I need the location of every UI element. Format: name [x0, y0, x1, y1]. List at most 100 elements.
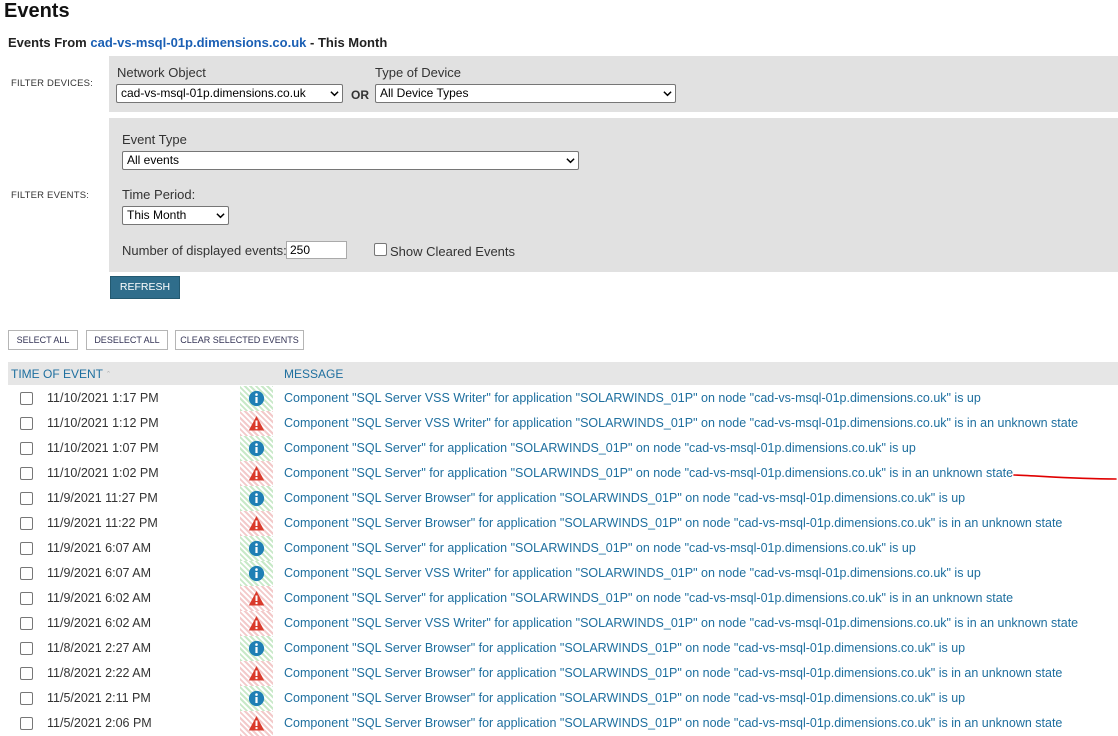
row-checkbox[interactable] [20, 667, 33, 680]
table-row[interactable]: 11/9/2021 6:07 AM Component "SQL Server" … [8, 536, 1118, 561]
network-object-value: cad-vs-msql-01p.dimensions.co.uk [121, 86, 306, 100]
event-message-link[interactable]: Component "SQL Server Browser" for appli… [284, 716, 1062, 730]
table-row[interactable]: 11/8/2021 2:27 AM Component "SQL Server B… [8, 636, 1118, 661]
network-object-select[interactable]: cad-vs-msql-01p.dimensions.co.uk [116, 84, 343, 103]
table-row[interactable]: 11/9/2021 6:02 AM Component "SQL Server V… [8, 611, 1118, 636]
event-message-link[interactable]: Component "SQL Server Browser" for appli… [284, 666, 1062, 680]
row-checkbox[interactable] [20, 417, 33, 430]
table-row[interactable]: 11/5/2021 2:11 PM Component "SQL Server B… [8, 686, 1118, 711]
row-checkbox[interactable] [20, 392, 33, 405]
event-message-link[interactable]: Component "SQL Server VSS Writer" for ap… [284, 566, 981, 580]
event-message-link[interactable]: Component "SQL Server VSS Writer" for ap… [284, 416, 1078, 430]
status-cell [240, 586, 273, 611]
status-cell [240, 411, 273, 436]
table-row[interactable]: 11/10/2021 1:02 PM Component "SQL Server"… [8, 461, 1118, 486]
col-message-header[interactable]: MESSAGE [284, 367, 343, 381]
row-checkbox[interactable] [20, 642, 33, 655]
event-message-link[interactable]: Component "SQL Server Browser" for appli… [284, 641, 965, 655]
device-type-select[interactable]: All Device Types [375, 84, 676, 103]
table-row[interactable]: 11/9/2021 6:07 AM Component "SQL Server V… [8, 561, 1118, 586]
select-all-button[interactable]: SELECT ALL [8, 330, 78, 350]
chevron-down-icon [566, 158, 575, 164]
row-checkbox[interactable] [20, 567, 33, 580]
col-time-label: TIME OF EVENT [11, 367, 104, 381]
event-message-link[interactable]: Component "SQL Server" for application "… [284, 466, 1013, 480]
event-type-select[interactable]: All events [122, 151, 579, 170]
col-time-header[interactable]: TIME OF EVENT ˆ [11, 367, 110, 381]
refresh-button[interactable]: REFRESH [110, 276, 180, 299]
row-checkbox[interactable] [20, 592, 33, 605]
event-time: 11/8/2021 2:22 AM [47, 666, 152, 680]
table-row[interactable]: 11/9/2021 11:22 PM Component "SQL Server … [8, 511, 1118, 536]
table-row[interactable]: 11/10/2021 1:12 PM Component "SQL Server … [8, 411, 1118, 436]
event-time: 11/9/2021 6:02 AM [47, 616, 152, 630]
time-period-value: This Month [127, 208, 187, 222]
event-time: 11/10/2021 1:17 PM [47, 391, 159, 405]
row-checkbox[interactable] [20, 517, 33, 530]
show-cleared-checkbox[interactable] [374, 243, 387, 256]
page-subtitle: Events From cad-vs-msql-01p.dimensions.c… [8, 35, 387, 50]
table-row[interactable]: 11/5/2021 2:06 PM Component "SQL Server B… [8, 711, 1118, 736]
event-time: 11/9/2021 6:07 AM [47, 566, 152, 580]
table-row[interactable]: 11/8/2021 2:22 AM Component "SQL Server B… [8, 661, 1118, 686]
event-time: 11/9/2021 6:02 AM [47, 591, 152, 605]
time-period-label: Time Period: [122, 187, 196, 202]
deselect-all-button[interactable]: DESELECT ALL [86, 330, 168, 350]
info-icon [248, 640, 265, 657]
subtitle-suffix: - This Month [310, 35, 388, 50]
event-message-link[interactable]: Component "SQL Server" for application "… [284, 441, 916, 455]
status-cell [240, 661, 273, 686]
annotation-underline [1013, 474, 1117, 480]
table-row[interactable]: 11/10/2021 1:07 PM Component "SQL Server"… [8, 436, 1118, 461]
show-cleared-label: Show Cleared Events [390, 244, 516, 259]
status-cell [240, 486, 273, 511]
event-type-value: All events [127, 153, 180, 167]
filter-devices-panel: Network Object cad-vs-msql-01p.dimension… [109, 56, 1118, 112]
table-row[interactable]: 11/9/2021 11:27 PM Component "SQL Server … [8, 486, 1118, 511]
event-message-link[interactable]: Component "SQL Server" for application "… [284, 541, 916, 555]
status-cell [240, 436, 273, 461]
event-time: 11/10/2021 1:02 PM [47, 466, 159, 480]
clear-selected-button[interactable]: CLEAR SELECTED EVENTS [175, 330, 304, 350]
table-row[interactable]: 11/9/2021 6:02 AM Component "SQL Server" … [8, 586, 1118, 611]
warning-icon [248, 616, 265, 631]
row-checkbox[interactable] [20, 617, 33, 630]
network-object-label: Network Object [117, 65, 206, 80]
row-checkbox[interactable] [20, 492, 33, 505]
device-type-label: Type of Device [375, 65, 461, 80]
row-checkbox[interactable] [20, 467, 33, 480]
event-message-link[interactable]: Component "SQL Server Browser" for appli… [284, 491, 965, 505]
warning-icon [248, 516, 265, 531]
subtitle-prefix: Events From [8, 35, 87, 50]
table-row[interactable]: 11/10/2021 1:17 PM Component "SQL Server … [8, 386, 1118, 411]
row-checkbox[interactable] [20, 442, 33, 455]
chevron-down-icon [330, 91, 339, 97]
row-checkbox[interactable] [20, 717, 33, 730]
num-events-input[interactable]: 250 [286, 241, 347, 259]
row-checkbox[interactable] [20, 542, 33, 555]
event-time: 11/8/2021 2:27 AM [47, 641, 152, 655]
event-message-link[interactable]: Component "SQL Server VSS Writer" for ap… [284, 391, 981, 405]
row-checkbox[interactable] [20, 692, 33, 705]
info-icon [248, 490, 265, 507]
event-message-link[interactable]: Component "SQL Server VSS Writer" for ap… [284, 616, 1078, 630]
event-time: 11/10/2021 1:12 PM [47, 416, 159, 430]
chevron-down-icon [663, 91, 672, 97]
event-message-link[interactable]: Component "SQL Server Browser" for appli… [284, 516, 1062, 530]
subtitle-node-link[interactable]: cad-vs-msql-01p.dimensions.co.uk [90, 35, 306, 50]
info-icon [248, 565, 265, 582]
event-time: 11/5/2021 2:06 PM [47, 716, 152, 730]
event-message-link[interactable]: Component "SQL Server" for application "… [284, 591, 1013, 605]
warning-icon [248, 416, 265, 431]
filter-events-label: FILTER EVENTS: [11, 190, 90, 201]
event-time: 11/5/2021 2:11 PM [47, 691, 151, 705]
event-message-link[interactable]: Component "SQL Server Browser" for appli… [284, 691, 965, 705]
time-period-select[interactable]: This Month [122, 206, 229, 225]
status-cell [240, 461, 273, 486]
chevron-down-icon [216, 213, 225, 219]
info-icon [248, 540, 265, 557]
info-icon [248, 690, 265, 707]
status-cell [240, 511, 273, 536]
status-cell [240, 636, 273, 661]
event-type-label: Event Type [122, 132, 187, 147]
